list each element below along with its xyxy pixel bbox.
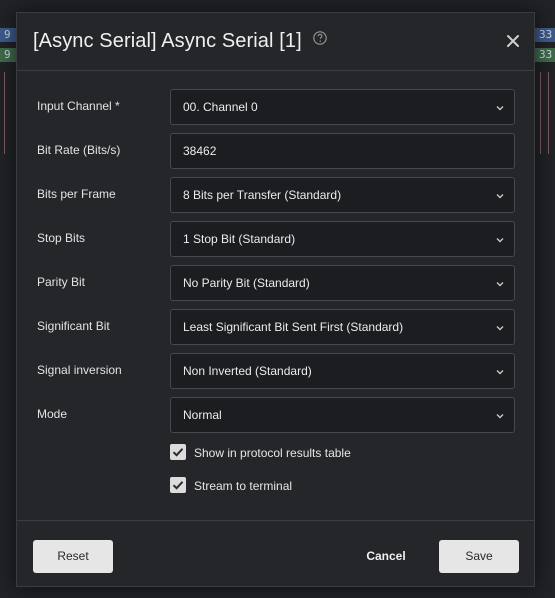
input-channel-value: 00. Channel 0 — [183, 100, 258, 114]
parity-bit-select[interactable]: No Parity Bit (Standard) — [170, 265, 515, 301]
dialog-title: [Async Serial] Async Serial [1] — [33, 30, 302, 52]
chevron-down-icon — [496, 414, 504, 419]
bits-per-frame-row: Bits per Frame 8 Bits per Transfer (Stan… — [17, 177, 534, 213]
background-channel-chip: 33 — [535, 48, 555, 62]
signal-inversion-label: Signal inversion — [37, 363, 122, 377]
significant-bit-select[interactable]: Least Significant Bit Sent First (Standa… — [170, 309, 515, 345]
parity-bit-row: Parity Bit No Parity Bit (Standard) — [17, 265, 534, 301]
stop-bits-label: Stop Bits — [37, 231, 86, 245]
background-channel-chip: 33 — [535, 28, 555, 42]
save-button[interactable]: Save — [439, 540, 519, 573]
signal-inversion-select[interactable]: Non Inverted (Standard) — [170, 353, 515, 389]
stream-to-terminal-label: Stream to terminal — [194, 479, 293, 493]
background-chip-text: 33 — [539, 28, 553, 41]
background-waveform-line — [540, 72, 541, 154]
stream-to-terminal-checkbox[interactable] — [170, 477, 186, 493]
chevron-down-icon — [496, 106, 504, 111]
stop-bits-value: 1 Stop Bit (Standard) — [183, 232, 296, 246]
background-waveform-line — [548, 72, 549, 154]
async-serial-settings-dialog: [Async Serial] Async Serial [1] Input Ch… — [16, 12, 535, 587]
bits-per-frame-label: Bits per Frame — [37, 187, 116, 201]
chevron-down-icon — [496, 282, 504, 287]
background-waveform-line — [4, 72, 5, 154]
bit-rate-value: 38462 — [183, 144, 217, 158]
dialog-footer: Reset Cancel Save — [17, 520, 534, 588]
bit-rate-input[interactable]: 38462 — [170, 133, 515, 169]
background-channel-chip: 9 — [0, 28, 16, 42]
bit-rate-label: Bit Rate (Bits/s) — [37, 143, 121, 157]
input-channel-row: Input Channel * 00. Channel 0 — [17, 89, 534, 125]
input-channel-select[interactable]: 00. Channel 0 — [170, 89, 515, 125]
background-chip-text: 9 — [4, 48, 11, 61]
question-circle-icon[interactable] — [313, 31, 327, 45]
signal-inversion-row: Signal inversion Non Inverted (Standard) — [17, 353, 534, 389]
cancel-button[interactable]: Cancel — [351, 540, 421, 573]
stop-bits-row: Stop Bits 1 Stop Bit (Standard) — [17, 221, 534, 257]
mode-value: Normal — [183, 408, 222, 422]
chevron-down-icon — [496, 194, 504, 199]
stop-bits-select[interactable]: 1 Stop Bit (Standard) — [170, 221, 515, 257]
chevron-down-icon — [496, 238, 504, 243]
checkmark-icon — [172, 481, 184, 490]
mode-select[interactable]: Normal — [170, 397, 515, 433]
background-chip-text: 9 — [4, 28, 11, 41]
background-channel-chip: 9 — [0, 48, 16, 62]
dialog-header: [Async Serial] Async Serial [1] — [17, 13, 534, 71]
bits-per-frame-value: 8 Bits per Transfer (Standard) — [183, 188, 342, 202]
bits-per-frame-select[interactable]: 8 Bits per Transfer (Standard) — [170, 177, 515, 213]
close-icon[interactable] — [505, 33, 521, 49]
checkmark-icon — [172, 448, 184, 457]
mode-label: Mode — [37, 407, 68, 421]
parity-bit-value: No Parity Bit (Standard) — [183, 276, 310, 290]
signal-inversion-value: Non Inverted (Standard) — [183, 364, 312, 378]
show-in-results-table-checkbox[interactable] — [170, 444, 186, 460]
parity-bit-label: Parity Bit — [37, 275, 86, 289]
significant-bit-value: Least Significant Bit Sent First (Standa… — [183, 320, 404, 334]
mode-row: Mode Normal — [17, 397, 534, 433]
significant-bit-row: Significant Bit Least Significant Bit Se… — [17, 309, 534, 345]
show-in-results-table-label: Show in protocol results table — [194, 446, 351, 460]
bit-rate-row: Bit Rate (Bits/s) 38462 — [17, 133, 534, 169]
significant-bit-label: Significant Bit — [37, 319, 110, 333]
background-chip-text: 33 — [539, 48, 553, 61]
chevron-down-icon — [496, 326, 504, 331]
reset-button[interactable]: Reset — [33, 540, 113, 573]
chevron-down-icon — [496, 370, 504, 375]
input-channel-label: Input Channel * — [37, 99, 120, 113]
